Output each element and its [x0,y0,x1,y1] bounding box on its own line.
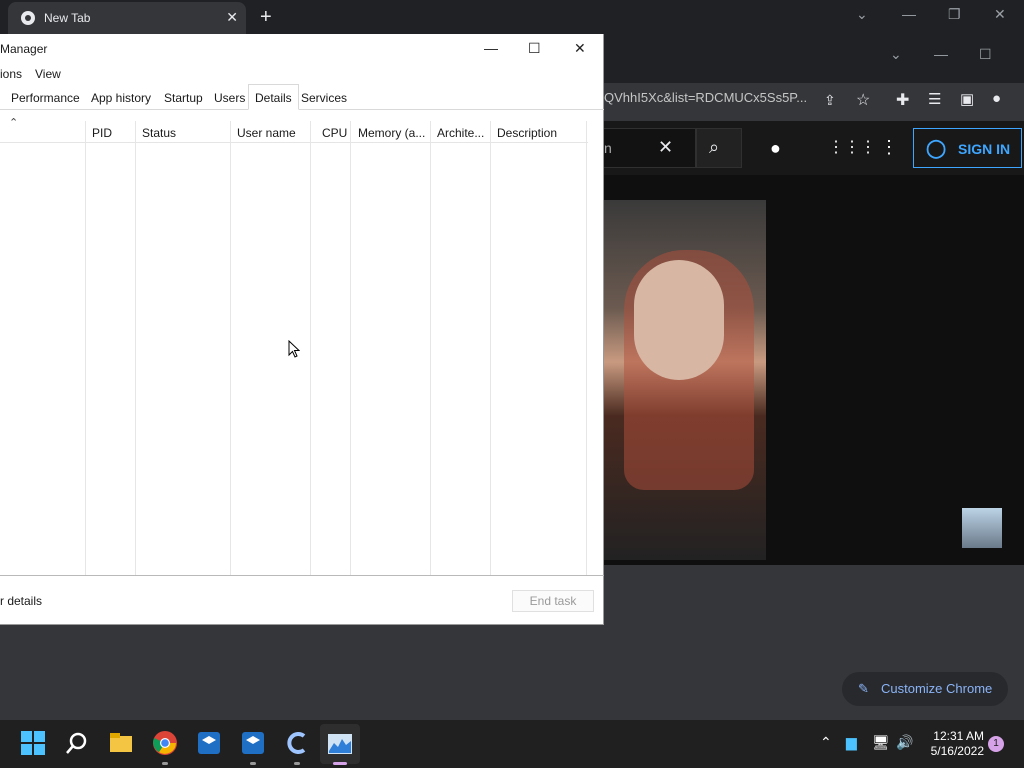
pencil-icon: ✎ [858,681,869,696]
footer-divider [0,575,604,576]
clear-search-icon[interactable]: ✕ [658,137,673,158]
new-tab-plus-icon[interactable]: + [260,6,272,29]
close-window-icon[interactable]: ✕ [994,6,1006,23]
file-explorer-icon[interactable] [108,730,134,756]
share-icon[interactable]: ⇪ [824,92,836,109]
tab-details[interactable]: Details [248,84,299,110]
tab-startup[interactable]: Startup [164,91,203,105]
task-manager-title: Manager [0,42,48,56]
start-windows-icon[interactable] [20,730,46,756]
chrome-tabstrip: New Tab ✕ + ⌄ — ❐ ✕ [0,0,1024,34]
column-divider[interactable] [230,121,231,575]
app-box-icon[interactable] [240,730,266,756]
mouse-cursor-icon [288,340,300,358]
media-control-icon[interactable]: ☰ [928,90,941,108]
menu-options[interactable]: ions [0,67,22,81]
tray-app-icon[interactable]: ▆ [846,734,857,751]
bookmark-star-icon[interactable]: ☆ [856,90,870,110]
customize-chrome-button[interactable]: ✎ Customize Chrome [842,672,1008,706]
search-icon[interactable] [64,730,90,756]
running-indicator [294,762,300,765]
column-cpu[interactable]: CPU [322,126,347,140]
sign-in-button[interactable]: ◯ SIGN IN [913,128,1022,168]
more-options-icon[interactable]: ⋮ [880,137,898,158]
close-window-icon[interactable]: ✕ [574,40,586,57]
microphone-icon[interactable]: ● [770,138,781,159]
notification-badge[interactable]: 1 [988,736,1004,752]
maximize-icon[interactable]: ☐ [528,40,541,57]
fewer-details-link[interactable]: r details [0,594,42,608]
close-tab-icon[interactable]: ✕ [226,9,238,26]
tab-search-chevron-icon[interactable]: ⌄ [856,6,868,23]
details-column-headers: PID Status User name CPU Memory (a... Ar… [0,121,588,143]
minimize-icon[interactable]: — [902,6,916,22]
network-icon[interactable]: 🖥 [872,734,890,751]
account-icon: ◯ [926,138,947,158]
search-text: n [604,140,612,156]
task-manager-window: Manager — ☐ ✕ ions View Performance App … [0,34,604,625]
column-memory[interactable]: Memory (a... [358,126,425,140]
column-divider[interactable] [430,121,431,575]
column-description[interactable]: Description [497,126,557,140]
column-divider[interactable] [350,121,351,575]
column-pid[interactable]: PID [92,126,112,140]
tab-new-tab[interactable]: New Tab ✕ [8,2,246,34]
ccleaner-icon[interactable] [284,730,310,756]
extensions-icon[interactable]: ✚ [896,90,909,110]
tab-app-history[interactable]: App history [91,91,151,105]
column-divider[interactable] [85,121,86,575]
video-subject-face [634,260,724,380]
background-tabstrip: ⌄ — ☐ [604,42,1024,72]
active-indicator [333,762,347,765]
minimize-icon[interactable]: — [484,40,498,56]
app-box-icon[interactable] [196,730,222,756]
customize-chrome-label: Customize Chrome [881,681,993,696]
address-bar-url[interactable]: QVhhI5Xc&list=RDCMUCx5Ss5P... [604,90,807,105]
show-hidden-icons-chevron-icon[interactable]: ⌃ [820,734,832,751]
clock-date: 5/16/2022 [930,744,984,758]
column-divider[interactable] [490,121,491,575]
tab-search-chevron-icon[interactable]: ⌄ [890,46,902,63]
youtube-search-input[interactable]: n ✕ [604,128,696,168]
task-manager-icon [328,734,352,754]
apps-grid-icon[interactable]: ⋮⋮⋮ [828,137,876,157]
column-user-name[interactable]: User name [237,126,296,140]
end-task-button[interactable]: End task [512,590,594,612]
task-manager-taskbar-button[interactable] [320,724,360,765]
tab-performance[interactable]: Performance [11,91,80,105]
profile-icon[interactable]: ● [992,90,1001,107]
search-icon: ⌕ [709,137,720,157]
tab-users[interactable]: Users [214,91,245,105]
restore-icon[interactable]: ❐ [948,6,961,23]
column-divider[interactable] [310,121,311,575]
task-manager-tabs: Performance App history Startup Users De… [0,84,604,110]
video-thumbnail[interactable] [962,508,1002,548]
maximize-icon[interactable]: ☐ [979,46,992,63]
chrome-icon[interactable] [152,730,178,756]
minimize-icon[interactable]: — [934,46,948,62]
tab-title: New Tab [44,11,91,25]
column-status[interactable]: Status [142,126,176,140]
column-architecture[interactable]: Archite... [437,126,484,140]
running-indicator [162,762,168,765]
volume-icon[interactable]: 🔊 [896,734,913,751]
menu-view[interactable]: View [35,67,61,81]
running-indicator [250,762,256,765]
column-divider[interactable] [135,121,136,575]
side-panel-icon[interactable]: ▣ [960,90,974,108]
clock-time: 12:31 AM [933,729,984,743]
clock[interactable]: 12:31 AM 5/16/2022 [924,729,984,759]
windows-taskbar: ⌃ ▆ 🖥 🔊 12:31 AM 5/16/2022 [0,720,1024,768]
column-divider[interactable] [586,121,587,575]
tab-services[interactable]: Services [301,91,347,105]
video-frame[interactable] [604,200,766,560]
sign-in-label: SIGN IN [958,141,1011,157]
youtube-search-button[interactable]: ⌕ [696,128,742,168]
chrome-favicon-icon [21,11,35,25]
